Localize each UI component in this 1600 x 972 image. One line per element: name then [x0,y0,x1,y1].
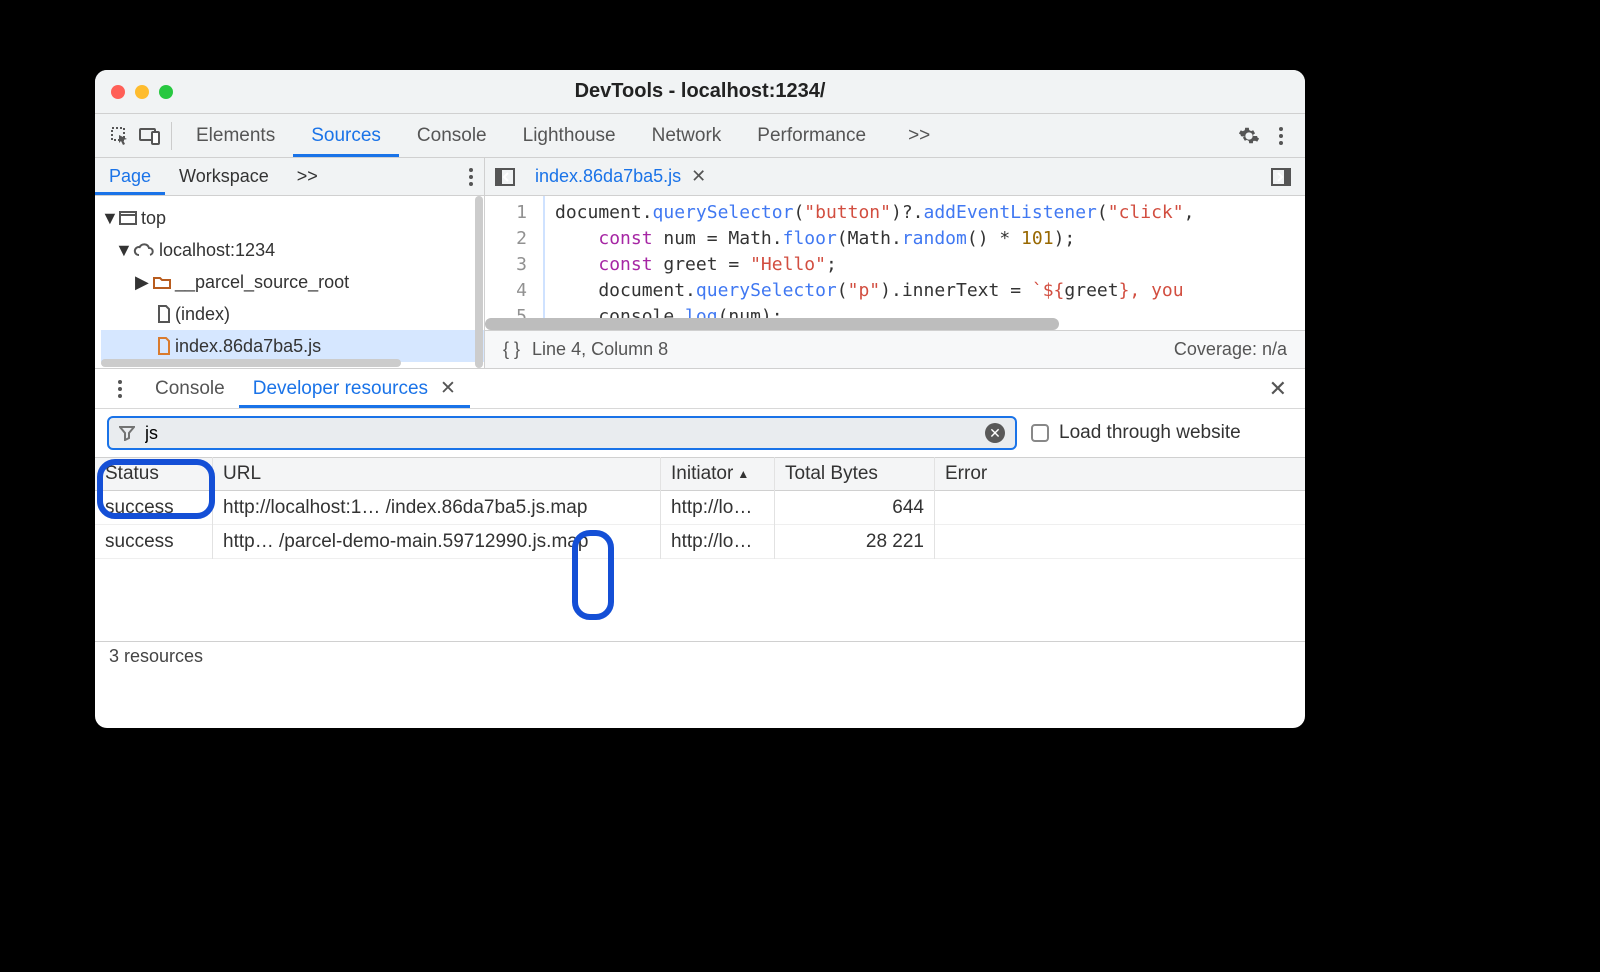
window-frame-icon [119,211,137,225]
navigator-pane: Page Workspace >> ▼ top ▼ localhost:1234 [95,158,485,368]
tab-performance[interactable]: Performance [739,114,884,157]
folder-icon [153,275,171,289]
resource-count: 3 resources [109,646,203,667]
editor-file-tab-label: index.86da7ba5.js [535,166,681,187]
sources-panel: Page Workspace >> ▼ top ▼ localhost:1234 [95,158,1305,368]
table-row[interactable]: success http://localhost:1… /index.86da7… [95,491,1305,525]
drawer-tab-dev-resources[interactable]: Developer resources ✕ [239,369,470,408]
navigator-v-scrollbar[interactable] [475,196,483,368]
toggle-navigator-icon[interactable] [485,168,525,186]
inspect-element-icon[interactable] [105,114,135,157]
caret-down-icon[interactable]: ▼ [101,208,115,229]
filter-input[interactable] [145,423,985,444]
code-lines: document.querySelector("button")?.addEve… [555,200,1305,330]
tree-host-label: localhost:1234 [159,240,275,261]
close-drawer-tab-icon[interactable]: ✕ [440,377,456,400]
editor-pane: index.86da7ba5.js ✕ 1 2 3 4 5 document.q… [485,158,1305,368]
drawer-panel: Console Developer resources ✕ ✕ ✕ Load t… [95,368,1305,671]
drawer-footer: 3 resources [95,641,1305,671]
traffic-lights [111,85,173,99]
editor-status-bar: { } Line 4, Column 8 Coverage: n/a [485,330,1305,368]
editor-file-tab[interactable]: index.86da7ba5.js ✕ [525,166,716,187]
navigator-tab-workspace[interactable]: Workspace [165,158,283,195]
editor-h-scrollbar[interactable] [485,318,1059,330]
col-status[interactable]: Status [95,457,213,491]
col-url[interactable]: URL [213,457,661,491]
toggle-debugger-icon[interactable] [1261,168,1305,186]
code-editor[interactable]: 1 2 3 4 5 document.querySelector("button… [485,196,1305,330]
device-toolbar-icon[interactable] [135,114,165,157]
table-header: Status URL Initiator▲ Total Bytes Error [95,457,1305,491]
zoom-window-button[interactable] [159,85,173,99]
drawer-tab-console[interactable]: Console [141,369,239,408]
close-drawer-icon[interactable]: ✕ [1251,376,1305,402]
main-tab-bar: Elements Sources Console Lighthouse Netw… [95,114,1305,158]
editor-tab-bar: index.86da7ba5.js ✕ [485,158,1305,196]
navigator-tabs: Page Workspace >> [95,158,484,196]
tree-index-label[interactable]: (index) [175,304,230,325]
more-options-icon[interactable] [1265,114,1297,157]
clear-filter-icon[interactable]: ✕ [985,423,1005,443]
navigator-more-icon[interactable] [468,167,474,187]
tab-lighthouse[interactable]: Lighthouse [505,114,634,157]
caret-right-icon[interactable]: ▶ [135,272,149,293]
filter-row: ✕ Load through website [95,409,1305,457]
coverage-label: Coverage: n/a [1174,339,1305,360]
file-tree[interactable]: ▼ top ▼ localhost:1234 ▶ __parcel_source… [95,196,484,368]
tab-console[interactable]: Console [399,114,505,157]
close-tab-icon[interactable]: ✕ [691,166,706,187]
tree-top-label: top [141,208,166,229]
tree-folder-label: __parcel_source_root [175,272,349,293]
sort-asc-icon: ▲ [737,467,749,481]
settings-gear-icon[interactable] [1233,114,1265,157]
filter-box[interactable]: ✕ [107,416,1017,450]
table-row[interactable]: success http… /parcel-demo-main.59712990… [95,525,1305,559]
window-titlebar: DevTools - localhost:1234/ [95,70,1305,114]
drawer-more-icon[interactable] [95,379,141,399]
filter-icon [119,425,135,441]
checkbox-icon[interactable] [1031,424,1049,442]
devtools-window: DevTools - localhost:1234/ Elements Sour… [95,70,1305,728]
document-icon [157,305,171,323]
js-file-icon [157,337,171,355]
navigator-tab-page[interactable]: Page [95,158,165,195]
cloud-icon [133,243,155,257]
caret-down-icon[interactable]: ▼ [115,240,129,261]
table-body: success http://localhost:1… /index.86da7… [95,491,1305,641]
load-through-website-checkbox[interactable]: Load through website [1031,422,1241,444]
window-title: DevTools - localhost:1234/ [95,80,1305,103]
col-initiator[interactable]: Initiator▲ [661,457,775,491]
minimize-window-button[interactable] [135,85,149,99]
col-error[interactable]: Error [935,457,1305,491]
resources-table: Status URL Initiator▲ Total Bytes Error … [95,457,1305,641]
cursor-position: Line 4, Column 8 [532,339,668,360]
pretty-print-icon[interactable]: { } [485,339,532,360]
tab-sources[interactable]: Sources [293,114,399,157]
line-gutter: 1 2 3 4 5 [485,196,545,330]
navigator-tabs-overflow[interactable]: >> [283,158,332,195]
col-total-bytes[interactable]: Total Bytes [775,457,935,491]
drawer-tab-bar: Console Developer resources ✕ ✕ [95,369,1305,409]
tree-jsfile-label[interactable]: index.86da7ba5.js [175,336,321,357]
close-window-button[interactable] [111,85,125,99]
tabs-overflow-button[interactable]: >> [890,114,948,157]
tab-elements[interactable]: Elements [178,114,293,157]
navigator-h-scrollbar[interactable] [101,359,401,367]
tab-network[interactable]: Network [634,114,740,157]
